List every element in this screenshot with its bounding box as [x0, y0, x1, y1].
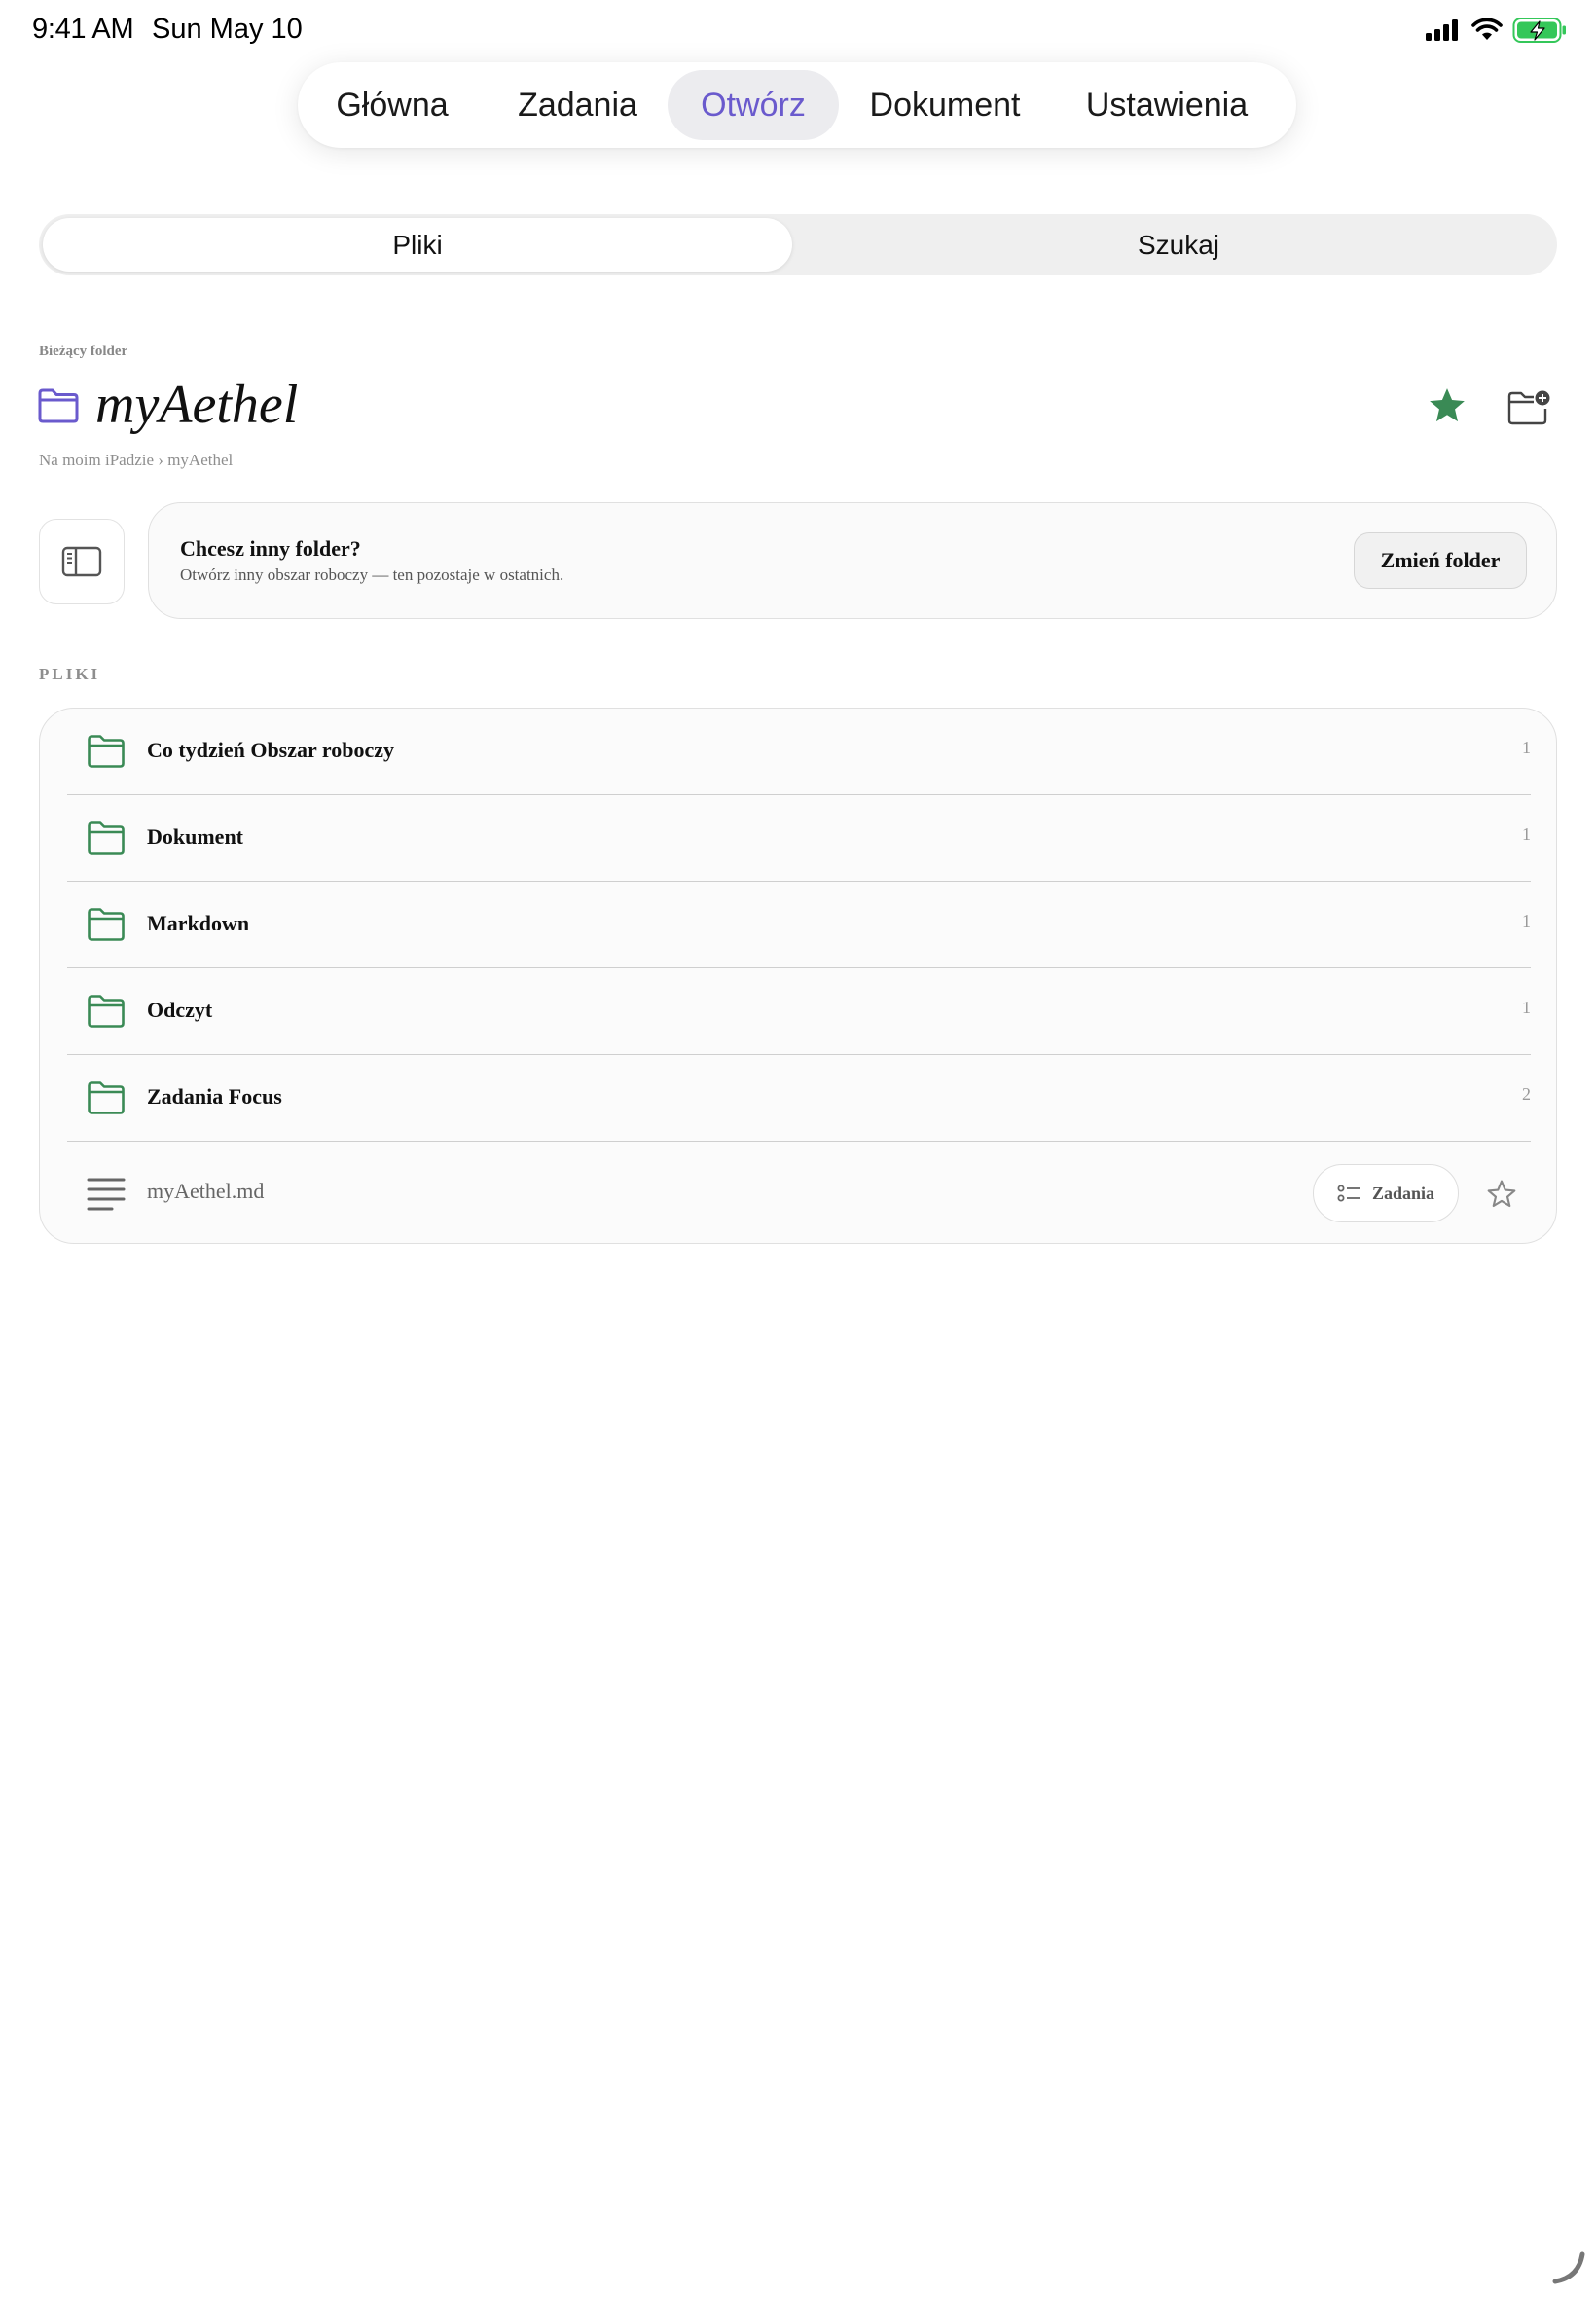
- folder-name: Co tydzień Obszar roboczy: [147, 738, 394, 762]
- folder-icon: [88, 908, 125, 941]
- card-title: Chcesz inny folder?: [180, 536, 361, 561]
- folder-icon: [38, 388, 79, 423]
- folder-icon: [88, 1081, 125, 1114]
- tag-label: Zadania: [1371, 1183, 1435, 1203]
- change-folder-card: Chcesz inny folder? Otwórz inny obszar r…: [148, 502, 1557, 619]
- tab-otworz[interactable]: Otwórz: [668, 70, 839, 140]
- item-count: 1: [1522, 738, 1531, 757]
- battery-charging-icon: [1512, 18, 1566, 43]
- item-count: 2: [1522, 1084, 1531, 1104]
- cellular-signal-icon: [1426, 19, 1458, 41]
- item-count: 1: [1522, 911, 1531, 930]
- page-title: myAethel: [95, 375, 299, 435]
- folder-icon: [88, 821, 125, 855]
- tab-dokument[interactable]: Dokument: [850, 70, 1040, 140]
- card-subtitle: Otwórz inny obszar roboczy — ten pozosta…: [180, 565, 564, 584]
- item-count: 1: [1522, 824, 1531, 844]
- document-name: myAethel.md: [147, 1179, 265, 1203]
- favorite-star-icon[interactable]: [1427, 385, 1468, 426]
- folder-name: Zadania Focus: [147, 1084, 282, 1109]
- checklist-icon: [1337, 1185, 1360, 1202]
- new-folder-icon[interactable]: [1506, 387, 1551, 426]
- star-outline-icon[interactable]: [1486, 1179, 1517, 1210]
- folder-name: Dokument: [147, 824, 244, 849]
- tab-ustawienia[interactable]: Ustawienia: [1067, 70, 1267, 140]
- top-nav: Główna Zadania Otwórz Dokument Ustawieni…: [298, 62, 1296, 148]
- current-folder-label: Bieżący folder: [39, 344, 128, 359]
- files-list: Co tydzień Obszar roboczy 1 Dokument 1 M…: [39, 708, 1557, 1244]
- folder-name: Odczyt: [147, 998, 213, 1022]
- status-icons: [1425, 17, 1567, 44]
- folder-row[interactable]: Co tydzień Obszar roboczy 1: [67, 709, 1531, 795]
- sidebar-toggle-button[interactable]: [39, 519, 125, 604]
- status-time: 9:41 AM: [32, 14, 134, 45]
- sidebar-icon: [61, 546, 102, 577]
- text-document-icon: [87, 1178, 126, 1211]
- folder-icon: [88, 735, 125, 768]
- document-row[interactable]: myAethel.md: [67, 1142, 1531, 1243]
- folder-row[interactable]: Dokument 1: [67, 795, 1531, 882]
- view-segmented-control: Pliki Szukaj: [39, 214, 1557, 275]
- folder-row[interactable]: Odczyt 1: [67, 968, 1531, 1055]
- segment-pliki[interactable]: Pliki: [43, 218, 792, 272]
- status-date: Sun May 10: [152, 14, 303, 45]
- folder-name: Markdown: [147, 911, 250, 935]
- segment-szukaj[interactable]: Szukaj: [804, 218, 1553, 272]
- status-bar: 9:41 AM Sun May 10: [0, 0, 1596, 60]
- folder-row[interactable]: Markdown 1: [67, 882, 1531, 968]
- change-folder-button[interactable]: Zmień folder: [1354, 532, 1527, 589]
- tasks-tag-button[interactable]: Zadania: [1313, 1164, 1459, 1222]
- folder-icon: [88, 995, 125, 1028]
- tab-glowna[interactable]: Główna: [319, 70, 465, 140]
- folder-row[interactable]: Zadania Focus 2: [67, 1055, 1531, 1142]
- files-section-label: PLIKI: [39, 665, 101, 683]
- breadcrumb: Na moim iPadzie › myAethel: [39, 451, 234, 469]
- resize-handle-icon[interactable]: [1551, 2250, 1586, 2285]
- tab-zadania[interactable]: Zadania: [497, 70, 658, 140]
- wifi-icon: [1471, 18, 1503, 40]
- item-count: 1: [1522, 998, 1531, 1017]
